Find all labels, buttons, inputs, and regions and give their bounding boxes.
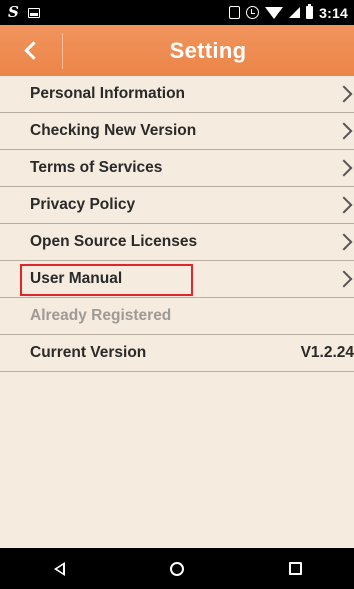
menu-item-checking-new-version[interactable]: Checking New Version xyxy=(0,113,354,150)
nav-home-button[interactable] xyxy=(147,548,207,589)
chevron-left-icon xyxy=(23,41,43,60)
menu-item-label: Current Version xyxy=(30,344,147,361)
alarm-icon xyxy=(246,6,260,19)
menu-item-privacy-policy[interactable]: Privacy Policy xyxy=(0,187,354,224)
settings-screen: S 3:14 Setting Personal Information Chec… xyxy=(0,0,354,589)
chevron-right-icon xyxy=(335,196,353,214)
back-icon xyxy=(53,561,65,576)
page-title: Setting xyxy=(169,37,247,63)
menu-item-terms-of-services[interactable]: Terms of Services xyxy=(0,150,354,187)
menu-item-label: Open Source Licenses xyxy=(30,233,198,250)
menu-item-user-manual[interactable]: User Manual xyxy=(0,261,354,298)
settings-list: Personal Information Checking New Versio… xyxy=(0,76,354,372)
wifi-icon xyxy=(265,6,284,19)
nav-recent-apps-button[interactable] xyxy=(265,548,325,589)
highlight-box xyxy=(20,264,193,296)
menu-item-label: Already Registered xyxy=(30,307,172,324)
status-time: 3:14 xyxy=(319,4,348,21)
image-icon xyxy=(27,7,40,18)
battery-icon xyxy=(306,4,314,19)
menu-item-label: Checking New Version xyxy=(30,122,197,139)
status-bar: S 3:14 xyxy=(0,0,354,25)
system-nav-bar xyxy=(0,548,354,589)
chevron-right-icon xyxy=(335,270,353,288)
app-header: Setting xyxy=(0,25,354,76)
menu-item-label: Privacy Policy xyxy=(30,196,136,213)
signal-icon xyxy=(289,7,301,18)
home-icon xyxy=(170,561,184,576)
menu-item-label: Personal Information xyxy=(30,85,186,102)
menu-item-already-registered: Already Registered xyxy=(0,298,354,335)
nav-back-button[interactable] xyxy=(29,548,89,589)
s-app-icon: S xyxy=(8,3,19,21)
back-button[interactable] xyxy=(0,25,62,76)
chevron-right-icon xyxy=(335,159,353,177)
version-value: V1.2.24 xyxy=(300,344,354,361)
status-right: 3:14 xyxy=(229,0,348,25)
menu-item-open-source-licenses[interactable]: Open Source Licenses xyxy=(0,224,354,261)
chevron-right-icon xyxy=(335,233,353,251)
menu-item-personal-information[interactable]: Personal Information xyxy=(0,76,354,113)
menu-item-label: Terms of Services xyxy=(30,159,163,176)
vibrate-icon xyxy=(229,6,241,19)
menu-item-current-version: Current Version V1.2.24 xyxy=(0,335,354,372)
status-left: S xyxy=(0,5,40,20)
chevron-right-icon xyxy=(335,85,353,103)
recent-apps-icon xyxy=(288,562,302,575)
chevron-right-icon xyxy=(335,122,353,140)
